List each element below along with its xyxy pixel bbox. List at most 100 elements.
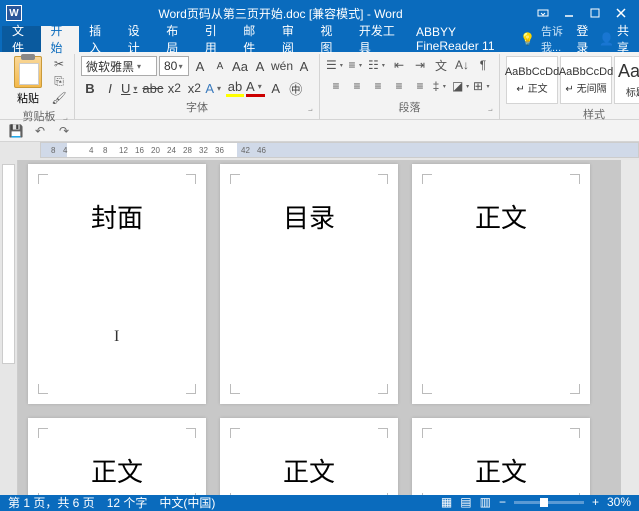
style-heading1[interactable]: AaBb标题 1 <box>614 56 639 104</box>
enclose-char-button[interactable]: ㊥ <box>287 79 305 97</box>
tab-review[interactable]: 审阅 <box>272 26 311 52</box>
copy-button[interactable]: ⎘ <box>50 73 68 89</box>
text-cursor: I <box>114 328 119 346</box>
tab-abbyy[interactable]: ABBYY FineReader 11 <box>406 26 520 52</box>
group-label-font: 字体 <box>81 97 313 117</box>
ribbon-options-icon[interactable] <box>531 4 555 22</box>
text-effects-button[interactable]: A▾ <box>205 79 224 97</box>
page-content: 正文 <box>475 198 527 235</box>
highlight-button[interactable]: ab <box>226 79 244 97</box>
font-name-selector[interactable]: 微软雅黑▾ <box>81 56 157 76</box>
group-clipboard: 粘贴 ✂ ⎘ 🖌 剪贴板 <box>4 54 75 119</box>
show-marks-button[interactable]: ¶ <box>473 56 493 74</box>
decrease-indent-button[interactable]: ⇤ <box>389 56 409 74</box>
distribute-button[interactable]: ≡ <box>410 77 430 95</box>
line-spacing-button[interactable]: ‡▾ <box>431 77 451 95</box>
zoom-out-button[interactable]: − <box>499 495 506 509</box>
change-case-button[interactable]: Aa <box>231 57 249 75</box>
tab-design[interactable]: 设计 <box>118 26 157 52</box>
page-2[interactable]: 目录 <box>220 164 398 404</box>
zoom-in-button[interactable]: + <box>592 495 599 509</box>
clear-format-button[interactable]: A <box>251 57 269 75</box>
tab-layout[interactable]: 布局 <box>156 26 195 52</box>
tab-developer[interactable]: 开发工具 <box>349 26 406 52</box>
vertical-scrollbar[interactable] <box>621 160 639 495</box>
subscript-button[interactable]: x2 <box>165 79 183 97</box>
tell-me-icon[interactable]: 💡 <box>520 32 535 46</box>
app-icon: W <box>6 5 22 21</box>
tell-me[interactable]: 告诉我... <box>541 23 570 55</box>
align-center-button[interactable]: ≡ <box>347 77 367 95</box>
page-content: 封面 <box>91 198 143 235</box>
group-label-paragraph: 段落 <box>326 97 493 117</box>
page-content: 正文 <box>283 452 335 489</box>
char-shading-button[interactable]: A <box>267 79 285 97</box>
font-size-selector[interactable]: 80▾ <box>159 56 189 76</box>
paste-icon <box>14 56 42 88</box>
page-content: 正文 <box>475 452 527 489</box>
menu-bar: 文件 开始 插入 设计 布局 引用 邮件 审阅 视图 开发工具 ABBYY Fi… <box>0 26 639 52</box>
char-border-button[interactable]: A <box>295 57 313 75</box>
document-area[interactable]: 封面I目录正文正文正文正文 <box>18 160 621 495</box>
view-web-icon[interactable]: ▥ <box>480 495 491 509</box>
view-read-icon[interactable]: ▤ <box>460 495 471 509</box>
decrease-font-button[interactable]: A <box>211 57 229 75</box>
borders-button[interactable]: ⊞▾ <box>473 77 493 95</box>
view-print-icon[interactable]: ▦ <box>441 495 452 509</box>
page-5[interactable]: 正文 <box>220 418 398 495</box>
share-icon: 👤 <box>599 32 614 46</box>
shading-button[interactable]: ◪▾ <box>452 77 472 95</box>
phonetic-button[interactable]: wén <box>271 57 293 75</box>
zoom-slider[interactable] <box>514 501 584 504</box>
vertical-ruler[interactable] <box>0 160 18 495</box>
tab-home[interactable]: 开始 <box>41 26 80 52</box>
status-bar: 第 1 页，共 6 页 12 个字 中文(中国) ▦ ▤ ▥ − + 30% <box>0 495 639 509</box>
underline-button[interactable]: U▾ <box>121 79 140 97</box>
multilevel-button[interactable]: ☷▾ <box>368 56 388 74</box>
italic-button[interactable]: I <box>101 79 119 97</box>
paste-button[interactable]: 粘贴 <box>10 56 46 106</box>
page-content: 目录 <box>283 198 335 235</box>
format-painter-button[interactable]: 🖌 <box>50 90 68 106</box>
numbering-button[interactable]: ≡▾ <box>347 56 367 74</box>
tab-insert[interactable]: 插入 <box>79 26 118 52</box>
align-right-button[interactable]: ≡ <box>368 77 388 95</box>
bullets-button[interactable]: ☰▾ <box>326 56 346 74</box>
minimize-icon[interactable] <box>557 4 581 22</box>
status-page[interactable]: 第 1 页，共 6 页 <box>8 494 95 511</box>
workspace: 封面I目录正文正文正文正文 <box>0 160 639 495</box>
tab-file[interactable]: 文件 <box>2 26 41 52</box>
share-button[interactable]: 👤共享 <box>599 22 629 56</box>
font-color-button[interactable]: A▾ <box>246 79 265 97</box>
sort-button[interactable]: A↓ <box>452 56 472 74</box>
login-link[interactable]: 登录 <box>576 22 593 56</box>
superscript-button[interactable]: x2 <box>185 79 203 97</box>
increase-font-button[interactable]: A <box>191 57 209 75</box>
styles-gallery: AaBbCcDd↵ 正文 AaBbCcDd↵ 无间隔 AaBb标题 1 ▴ ▾ … <box>506 56 639 104</box>
style-no-spacing[interactable]: AaBbCcDd↵ 无间隔 <box>560 56 612 104</box>
tab-references[interactable]: 引用 <box>195 26 234 52</box>
maximize-icon[interactable] <box>583 4 607 22</box>
close-icon[interactable] <box>609 4 633 22</box>
status-language[interactable]: 中文(中国) <box>159 494 215 511</box>
page-content: 正文 <box>91 452 143 489</box>
align-left-button[interactable]: ≡ <box>326 77 346 95</box>
strikethrough-button[interactable]: abc <box>142 79 163 97</box>
increase-indent-button[interactable]: ⇥ <box>410 56 430 74</box>
tab-mailings[interactable]: 邮件 <box>233 26 272 52</box>
horizontal-ruler[interactable]: 8 4 4 8 12 16 20 24 28 32 36 42 46 <box>0 142 639 160</box>
page-3[interactable]: 正文 <box>412 164 590 404</box>
cut-button[interactable]: ✂ <box>50 56 68 72</box>
group-label-styles: 样式 <box>506 104 639 124</box>
zoom-level[interactable]: 30% <box>607 495 631 509</box>
page-1[interactable]: 封面 I <box>28 164 206 404</box>
bold-button[interactable]: B <box>81 79 99 97</box>
ribbon: 粘贴 ✂ ⎘ 🖌 剪贴板 微软雅黑▾ 80▾ A A Aa A wén A B <box>0 52 639 120</box>
status-words[interactable]: 12 个字 <box>107 494 148 511</box>
page-4[interactable]: 正文 <box>28 418 206 495</box>
tab-view[interactable]: 视图 <box>310 26 349 52</box>
justify-button[interactable]: ≡ <box>389 77 409 95</box>
style-normal[interactable]: AaBbCcDd↵ 正文 <box>506 56 558 104</box>
asian-layout-button[interactable]: 文 <box>431 56 451 74</box>
page-6[interactable]: 正文 <box>412 418 590 495</box>
